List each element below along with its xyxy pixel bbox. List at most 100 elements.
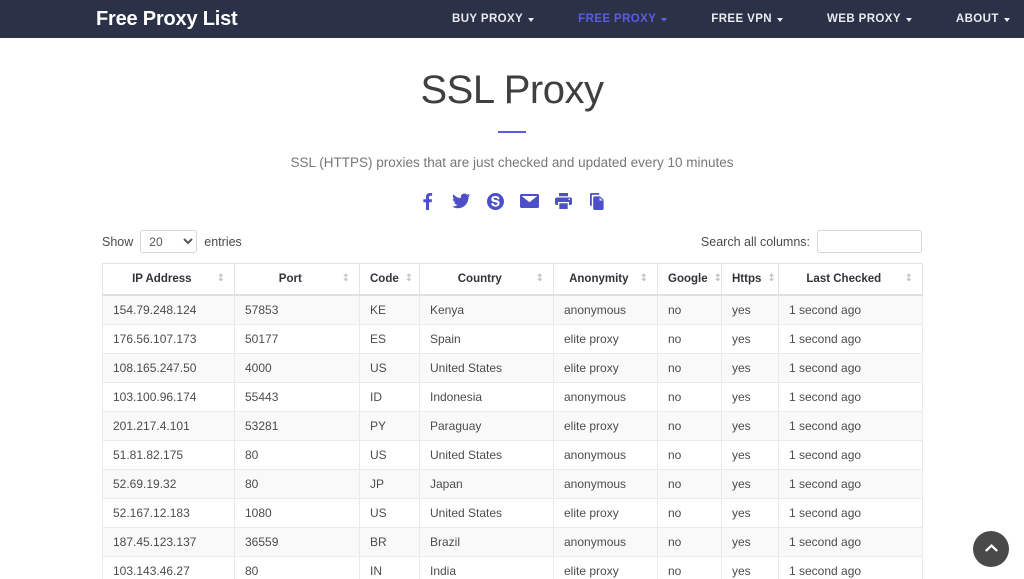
cell-country: India — [420, 557, 554, 579]
cell-port: 55443 — [235, 383, 360, 412]
table-row: 176.56.107.17350177ESSpainelite proxynoy… — [103, 325, 923, 354]
cell-ip-address: 187.45.123.137 — [103, 528, 235, 557]
cell-anonymity: elite proxy — [554, 354, 658, 383]
nav-item-label: FREE PROXY — [578, 13, 656, 25]
cell-https: yes — [722, 412, 779, 441]
print-icon[interactable] — [552, 190, 574, 212]
sort-toggle-icon[interactable]: ↕ — [536, 274, 543, 284]
facebook-icon[interactable] — [416, 190, 438, 212]
site-brand-logo[interactable]: Free Proxy List — [96, 8, 238, 31]
sort-toggle-icon[interactable]: ↕ — [217, 274, 224, 284]
sort-toggle-icon[interactable]: ↕ — [342, 274, 349, 284]
table-row: 154.79.248.12457853KEKenyaanonymousnoyes… — [103, 295, 923, 325]
cell-google: no — [658, 557, 722, 579]
column-header-country[interactable]: Country↕ — [420, 264, 554, 296]
nav-item-about[interactable]: ABOUT — [934, 13, 1024, 25]
nav-item-web-proxy[interactable]: WEB PROXY — [805, 13, 934, 25]
nav-item-buy-proxy[interactable]: BUY PROXY — [430, 13, 556, 25]
scroll-to-top-button[interactable] — [973, 531, 1009, 567]
main-nav-links: BUY PROXY FREE PROXY FREE VPNWEB PROXY ABOU… — [430, 13, 1024, 25]
sort-toggle-icon[interactable]: ↕ — [905, 274, 912, 284]
cell-last-checked: 1 second ago — [779, 441, 923, 470]
column-header-label: Last Checked — [789, 273, 899, 285]
sort-toggle-icon[interactable]: ↕ — [714, 274, 721, 284]
cell-code: ID — [360, 383, 420, 412]
cell-code: US — [360, 441, 420, 470]
column-header-google[interactable]: Google ↕ — [658, 264, 722, 296]
show-label: Show — [102, 235, 133, 249]
cell-port: 1080 — [235, 499, 360, 528]
cell-https: yes — [722, 295, 779, 325]
table-row: 108.165.247.504000USUnited Stateselite p… — [103, 354, 923, 383]
column-header-anonymity[interactable]: Anonymity ↕ — [554, 264, 658, 296]
entries-label: entries — [204, 235, 242, 249]
cell-google: no — [658, 470, 722, 499]
proxy-table-container: Show 102050100 entries Search all column… — [102, 212, 922, 579]
cell-code: US — [360, 354, 420, 383]
column-header-https[interactable]: Https ↕ — [722, 264, 779, 296]
cell-google: no — [658, 325, 722, 354]
column-header-label: Google — [668, 273, 708, 285]
chevron-down-icon — [777, 18, 783, 22]
cell-ip-address: 201.217.4.101 — [103, 412, 235, 441]
column-header-port[interactable]: Port↕ — [235, 264, 360, 296]
cell-last-checked: 1 second ago — [779, 528, 923, 557]
top-navigation-bar: Free Proxy List BUY PROXY FREE PROXY FREE … — [0, 0, 1024, 38]
cell-country: Paraguay — [420, 412, 554, 441]
cell-ip-address: 154.79.248.124 — [103, 295, 235, 325]
cell-https: yes — [722, 499, 779, 528]
nav-item-free-vpn[interactable]: FREE VPN — [689, 13, 805, 25]
cell-code: ES — [360, 325, 420, 354]
cell-ip-address: 52.69.19.32 — [103, 470, 235, 499]
cell-google: no — [658, 383, 722, 412]
twitter-icon[interactable] — [450, 190, 472, 212]
proxy-table: IP Address↕Port↕Code↕Country↕Anonymity↕G… — [102, 263, 923, 579]
cell-country: Indonesia — [420, 383, 554, 412]
cell-last-checked: 1 second ago — [779, 412, 923, 441]
cell-port: 4000 — [235, 354, 360, 383]
cell-ip-address: 52.167.12.183 — [103, 499, 235, 528]
cell-last-checked: 1 second ago — [779, 325, 923, 354]
cell-last-checked: 1 second ago — [779, 383, 923, 412]
cell-anonymity: elite proxy — [554, 325, 658, 354]
skype-icon[interactable] — [484, 190, 506, 212]
email-icon[interactable] — [518, 190, 540, 212]
column-header-code[interactable]: Code↕ — [360, 264, 420, 296]
column-header-last-checked[interactable]: Last Checked ↕ — [779, 264, 923, 296]
chevron-down-icon — [528, 18, 534, 22]
cell-port: 80 — [235, 470, 360, 499]
nav-item-label: ABOUT — [956, 13, 999, 25]
search-input[interactable] — [817, 230, 922, 253]
table-header-row: IP Address↕Port↕Code↕Country↕Anonymity↕G… — [103, 264, 923, 296]
cell-country: United States — [420, 499, 554, 528]
social-share-row — [0, 190, 1024, 212]
sort-toggle-icon[interactable]: ↕ — [640, 274, 647, 284]
table-controls: Show 102050100 entries Search all column… — [102, 230, 922, 263]
cell-code: IN — [360, 557, 420, 579]
cell-port: 50177 — [235, 325, 360, 354]
cell-ip-address: 103.100.96.174 — [103, 383, 235, 412]
column-header-ip-address[interactable]: IP Address↕ — [103, 264, 235, 296]
copy-icon[interactable] — [586, 190, 608, 212]
cell-country: United States — [420, 354, 554, 383]
proxy-table-head: IP Address↕Port↕Code↕Country↕Anonymity↕G… — [103, 264, 923, 296]
cell-google: no — [658, 412, 722, 441]
cell-google: no — [658, 528, 722, 557]
sort-toggle-icon[interactable]: ↕ — [405, 274, 412, 284]
cell-country: Japan — [420, 470, 554, 499]
table-row: 51.81.82.17580USUnited Statesanonymousno… — [103, 441, 923, 470]
nav-item-free-proxy[interactable]: FREE PROXY — [556, 13, 689, 25]
sort-toggle-icon[interactable]: ↕ — [767, 274, 774, 284]
page-length-select[interactable]: 102050100 — [140, 230, 197, 253]
cell-last-checked: 1 second ago — [779, 470, 923, 499]
cell-anonymity: anonymous — [554, 528, 658, 557]
cell-https: yes — [722, 441, 779, 470]
cell-https: yes — [722, 354, 779, 383]
page-header: SSL Proxy SSL (HTTPS) proxies that are j… — [0, 38, 1024, 170]
column-header-label: Anonymity — [564, 273, 634, 285]
cell-https: yes — [722, 325, 779, 354]
column-header-label: Https — [732, 273, 761, 285]
cell-country: United States — [420, 441, 554, 470]
chevron-up-icon — [985, 540, 998, 558]
chevron-down-icon — [906, 18, 912, 22]
